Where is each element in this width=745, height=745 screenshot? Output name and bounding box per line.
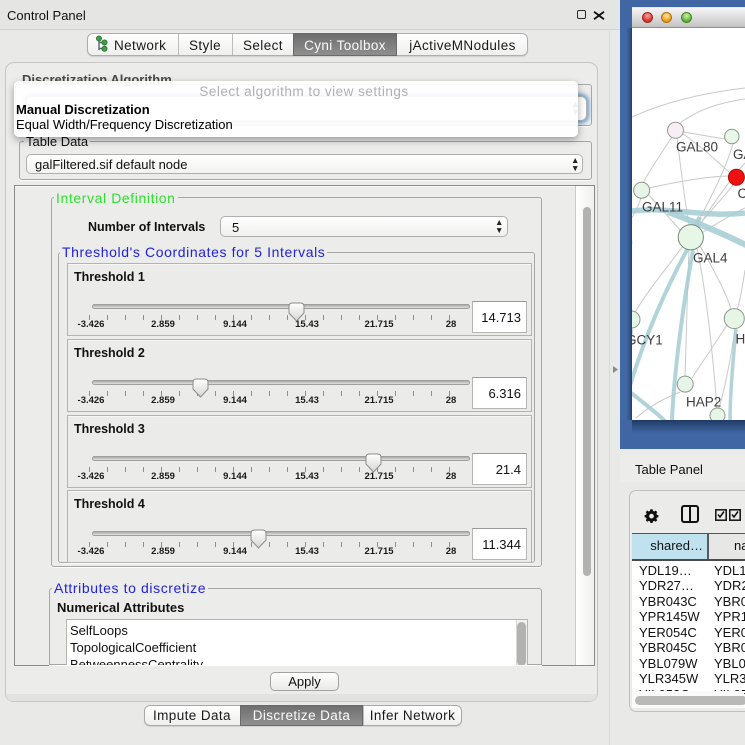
svg-text:GAL4: GAL4 xyxy=(693,251,728,266)
svg-text:GAL80: GAL80 xyxy=(676,140,718,155)
svg-text:GCY1: GCY1 xyxy=(632,333,663,348)
svg-text:GAL11: GAL11 xyxy=(642,200,683,215)
svg-text:HAP2: HAP2 xyxy=(686,395,721,410)
svg-text:H: H xyxy=(736,332,745,347)
svg-text:GA: GA xyxy=(733,147,745,162)
svg-text:C: C xyxy=(738,186,745,201)
